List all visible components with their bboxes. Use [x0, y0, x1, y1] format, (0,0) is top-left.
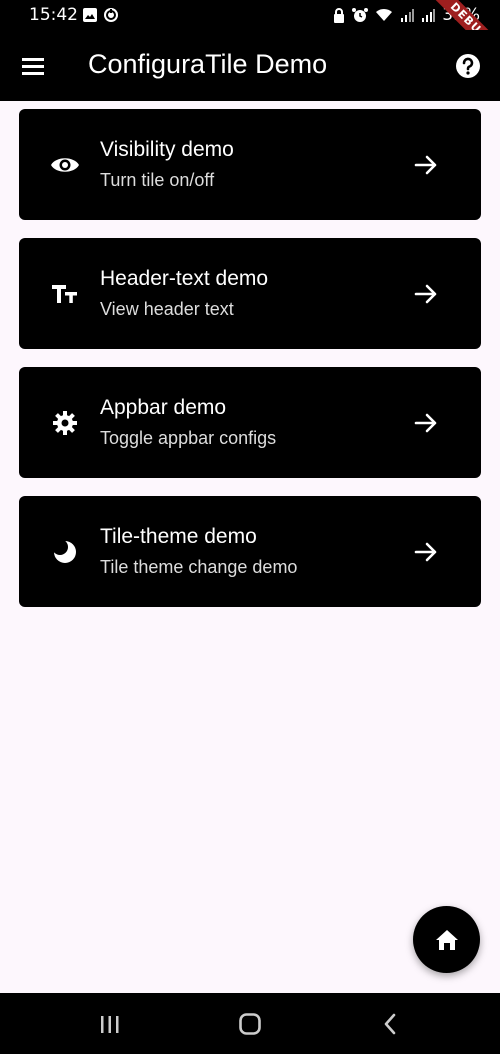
status-left-icons: [83, 7, 119, 23]
wifi-icon: [376, 8, 393, 21]
tile-theme[interactable]: Tile-theme demo Tile theme change demo: [19, 496, 481, 607]
arrow-right-icon: [414, 413, 437, 433]
help-button[interactable]: [454, 52, 482, 80]
tile-list: Visibility demo Turn tile on/off Header-…: [19, 109, 481, 625]
tile-subtitle: Turn tile on/off: [100, 170, 215, 190]
tile-appbar[interactable]: Appbar demo Toggle appbar configs: [19, 367, 481, 478]
tile-title: Appbar demo: [100, 396, 227, 419]
recents-button[interactable]: [95, 1009, 125, 1039]
menu-button[interactable]: [20, 54, 48, 78]
arrow-right-icon: [414, 155, 437, 175]
gallery-icon: [83, 8, 97, 22]
lock-icon: [334, 7, 345, 23]
signal-icon: [401, 9, 415, 22]
tile-subtitle: View header text: [100, 299, 234, 319]
system-nav-bar: [0, 993, 500, 1054]
tile-subtitle: Toggle appbar configs: [100, 428, 277, 448]
tile-visibility[interactable]: Visibility demo Turn tile on/off: [19, 109, 481, 220]
tile-subtitle: Tile theme change demo: [100, 557, 298, 577]
recents-icon: [101, 1016, 119, 1033]
menu-icon: [22, 58, 44, 75]
app-bar: ConfiguraTile Demo: [0, 30, 500, 101]
signal-icon: [422, 9, 436, 22]
tile-title: Visibility demo: [100, 138, 234, 161]
home-nav-button[interactable]: [235, 1009, 265, 1039]
page-title: ConfiguraTile Demo: [88, 49, 328, 79]
tile-header-text[interactable]: Header-text demo View header text: [19, 238, 481, 349]
home-nav-icon: [239, 1013, 261, 1035]
status-bar: 15:42 39% DEBUG: [0, 0, 500, 74]
help-icon: [456, 54, 480, 78]
tile-title: Tile-theme demo: [100, 525, 257, 548]
gear-icon: [49, 407, 81, 439]
eye-icon: [49, 149, 81, 181]
back-icon: [384, 1013, 396, 1035]
moon-icon: [49, 536, 81, 568]
home-fab-button[interactable]: [413, 906, 480, 973]
home-icon: [435, 929, 458, 950]
tile-title: Header-text demo: [100, 267, 269, 290]
arrow-right-icon: [414, 284, 437, 304]
alarm-icon: [352, 8, 369, 22]
text-icon: [49, 278, 81, 310]
status-time: 15:42: [29, 5, 78, 25]
arrow-right-icon: [414, 542, 437, 562]
sync-icon: [104, 8, 118, 22]
back-button[interactable]: [375, 1009, 405, 1039]
